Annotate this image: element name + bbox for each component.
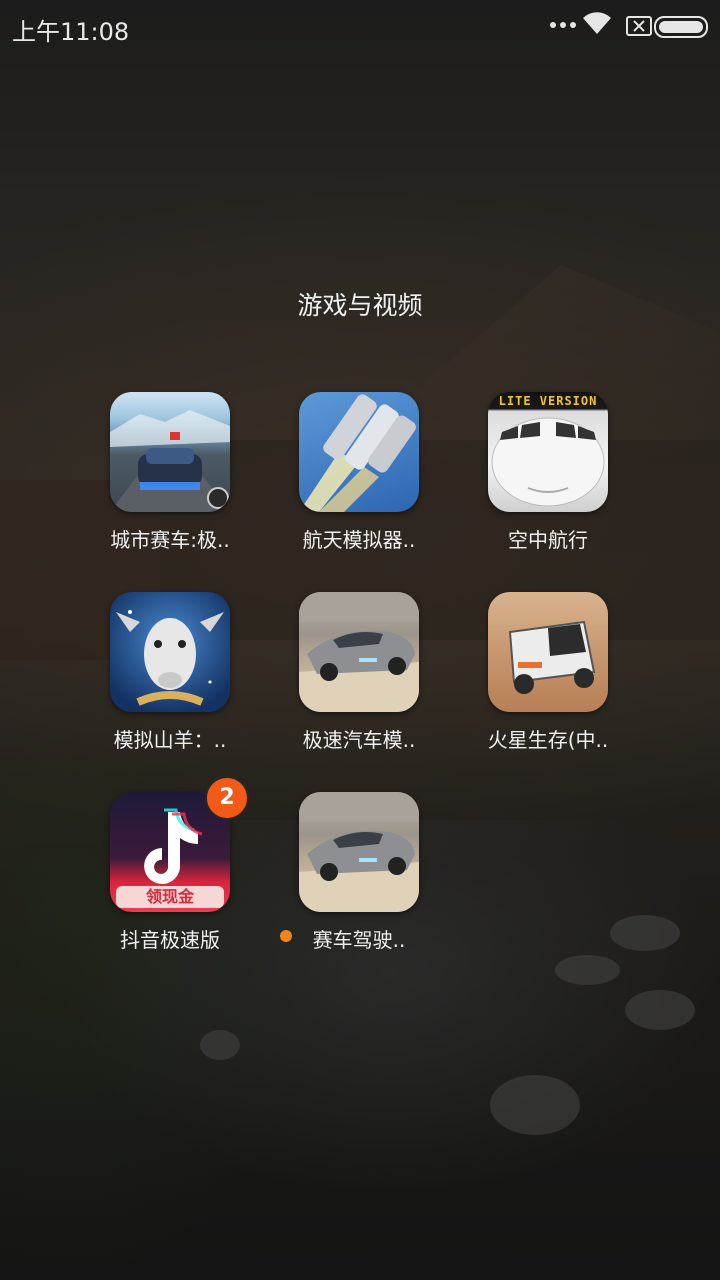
- status-bar: 上午11:08: [0, 0, 720, 52]
- sports-car-icon[interactable]: [299, 592, 419, 712]
- notification-badge: 2: [205, 776, 249, 820]
- app-space-simulator[interactable]: 航天模拟器..: [264, 392, 454, 562]
- status-time: 上午11:08: [12, 18, 130, 46]
- home-screen: 上午11:08 游戏与视频 城市赛车:极.. 航天模拟器.. LITE VERS…: [0, 0, 720, 1280]
- app-label: 抖音极速版: [120, 928, 220, 952]
- wallpaper-rock: [610, 915, 680, 951]
- app-douyin-lite[interactable]: 领现金 2 抖音极速版: [75, 776, 265, 962]
- app-extreme-car[interactable]: 极速汽车模..: [264, 592, 454, 762]
- wallpaper-rock: [490, 1075, 580, 1135]
- app-car-driving[interactable]: 赛车驾驶..: [264, 792, 454, 962]
- app-mars-survival[interactable]: 火星生存(中..: [453, 592, 643, 762]
- folder-title[interactable]: 游戏与视频: [0, 286, 720, 322]
- sports-car-icon[interactable]: [299, 792, 419, 912]
- no-sim-icon: [626, 16, 652, 36]
- goat-icon[interactable]: [110, 592, 230, 712]
- app-goat-simulator[interactable]: 模拟山羊：..: [75, 592, 265, 762]
- app-label: 空中航行: [508, 528, 588, 552]
- wallpaper-rock: [555, 955, 620, 985]
- wallpaper-rock: [200, 1030, 240, 1060]
- mars-rover-icon[interactable]: [488, 592, 608, 712]
- wallpaper-rock: [625, 990, 695, 1030]
- city-racing-icon[interactable]: [110, 392, 230, 512]
- app-label: 模拟山羊：..: [113, 728, 227, 752]
- new-install-dot: [280, 930, 292, 942]
- space-rocket-icon[interactable]: [299, 392, 419, 512]
- battery-icon: [654, 16, 708, 38]
- app-label: 城市赛车:极..: [110, 528, 230, 552]
- more-dots-icon: [550, 22, 576, 30]
- app-label: 火星生存(中..: [487, 728, 609, 752]
- airplane-icon[interactable]: LITE VERSION: [488, 392, 608, 512]
- wifi-icon: [583, 12, 611, 34]
- app-label: 航天模拟器..: [302, 528, 416, 552]
- cash-banner: 领现金: [116, 886, 224, 908]
- app-city-racing[interactable]: 城市赛车:极..: [75, 392, 265, 562]
- app-sky-flight[interactable]: LITE VERSION 空中航行: [453, 392, 643, 562]
- app-label: 极速汽车模..: [302, 728, 416, 752]
